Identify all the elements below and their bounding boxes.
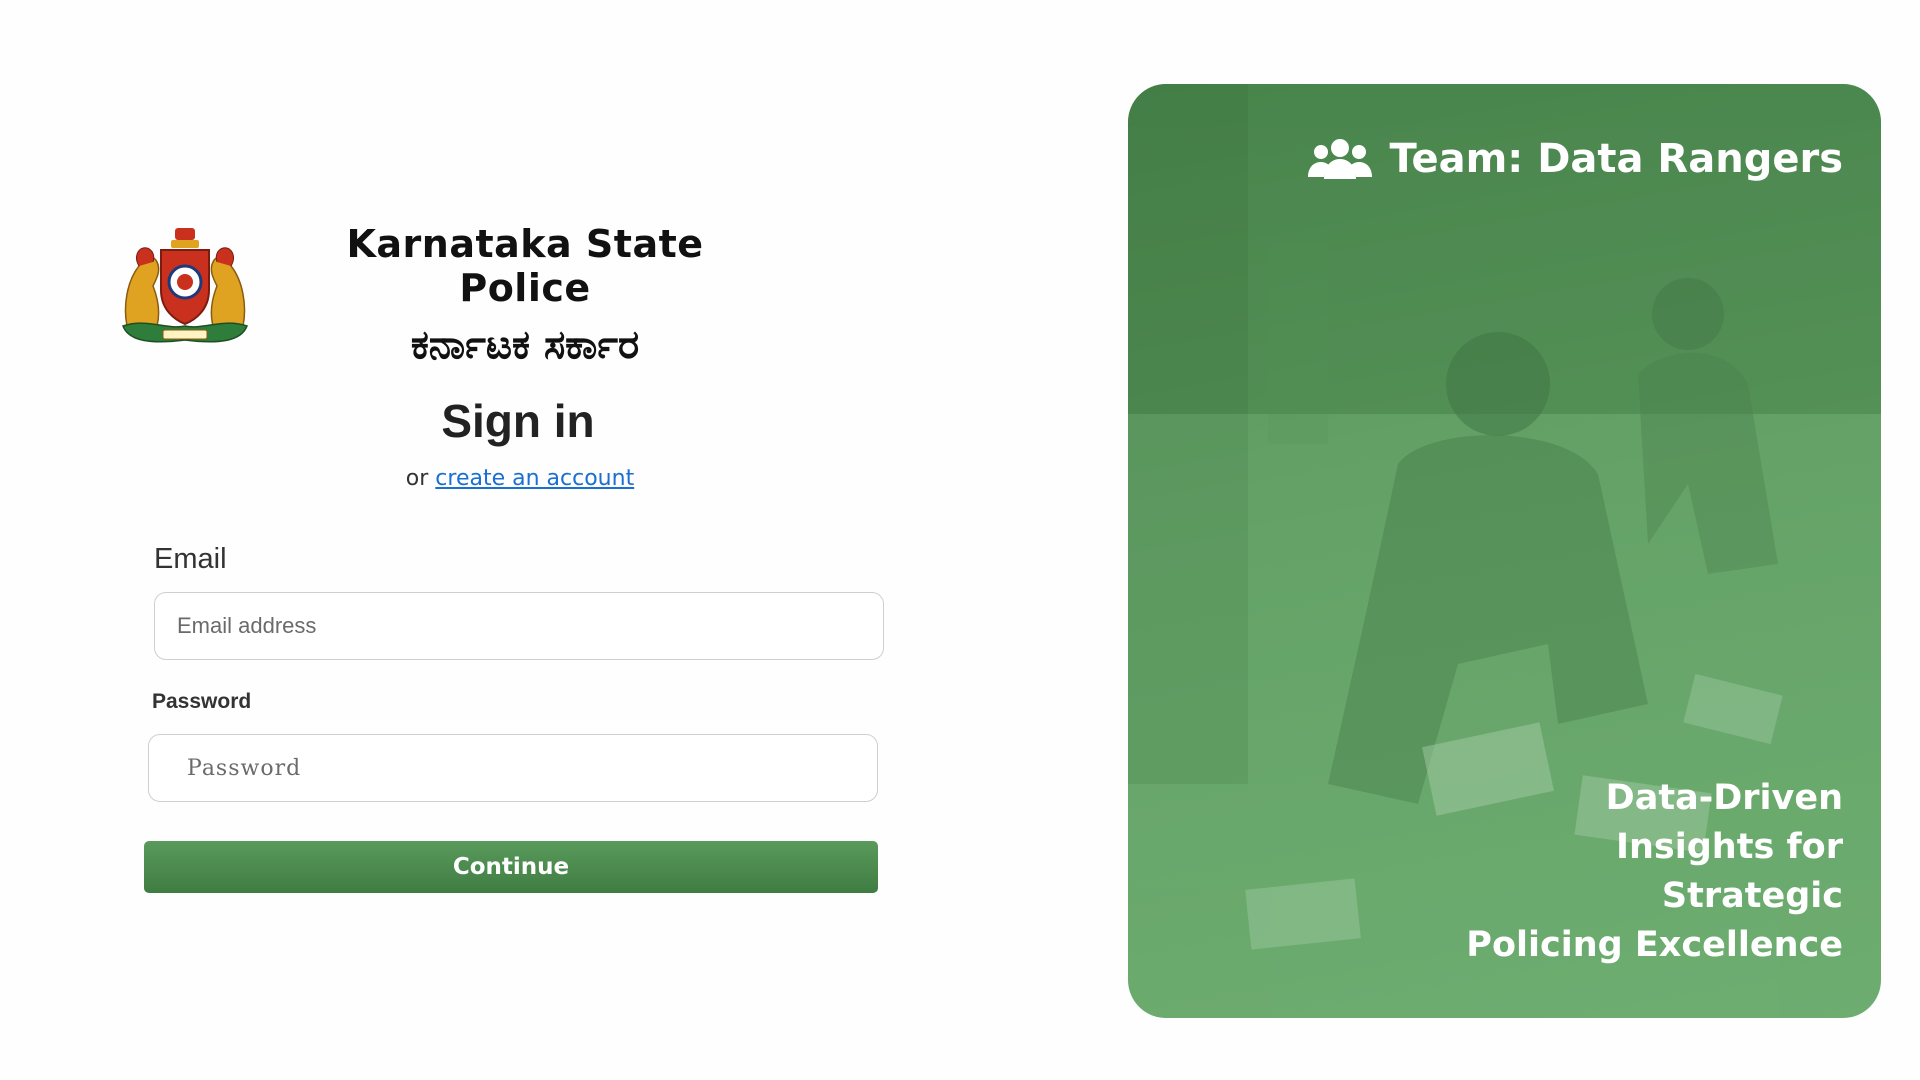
create-account-link[interactable]: create an account	[435, 466, 634, 491]
continue-button[interactable]: Continue	[144, 841, 878, 893]
team-name: Team: Data Rangers	[1389, 136, 1844, 182]
tagline-line: Strategic	[1661, 876, 1843, 916]
login-page: Karnataka State Police ಕರ್ನಾಟಕ ಸರ್ಕಾರ Si…	[0, 0, 1920, 1080]
page-title: Sign in	[441, 395, 595, 447]
brand-title-kn: ಕರ್ನಾಟಕ ಸರ್ಕಾರ	[410, 322, 640, 368]
signin-subtitle: or create an account	[360, 466, 680, 491]
karnataka-emblem-logo	[122, 228, 248, 343]
brand-header: Karnataka State Police ಕರ್ನಾಟಕ ಸರ್ಕಾರ	[290, 222, 760, 368]
tagline-line: Policing Excellence	[1466, 925, 1843, 965]
hero-panel: Team: Data Rangers Data-Driven Insights …	[1128, 84, 1881, 1018]
email-label: Email	[154, 543, 227, 575]
password-field[interactable]	[148, 734, 878, 802]
password-label: Password	[152, 690, 252, 713]
team-badge: Team: Data Rangers	[1307, 136, 1844, 182]
or-text: or	[405, 466, 429, 491]
hero-tagline: Data-Driven Insights for Strategic Polic…	[1423, 774, 1843, 970]
tagline-line: Data-Driven	[1605, 778, 1843, 818]
email-field[interactable]	[154, 592, 884, 660]
brand-title-en: Karnataka State Police	[346, 222, 704, 310]
tagline-line: Insights for	[1615, 827, 1843, 867]
users-group-icon	[1307, 139, 1372, 179]
